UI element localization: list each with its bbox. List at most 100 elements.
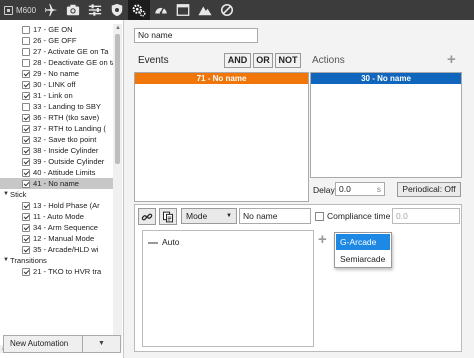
item-checkbox[interactable] <box>22 80 30 89</box>
list-item[interactable]: 33 - Landing to SBY <box>0 101 113 112</box>
item-checkbox[interactable] <box>22 201 30 210</box>
event-item[interactable]: 71 - No name <box>135 73 308 84</box>
list-item-label: 38 - Inside Cylinder <box>33 146 99 155</box>
prohibited-icon[interactable] <box>216 0 238 20</box>
item-checkbox[interactable] <box>22 234 30 243</box>
vertical-scrollbar[interactable]: ▲ <box>113 24 122 349</box>
item-checkbox[interactable] <box>22 212 30 221</box>
camera-icon[interactable] <box>62 0 84 20</box>
action-item[interactable]: 30 - No name <box>311 73 461 84</box>
item-checkbox[interactable] <box>22 36 30 45</box>
delay-input[interactable]: 0.0 s <box>335 182 385 196</box>
gear-icon[interactable] <box>128 0 151 20</box>
list-item-label: 41 - No name <box>33 179 80 188</box>
window-icon[interactable] <box>172 0 194 20</box>
list-item-label: 12 - Manual Mode <box>33 234 95 243</box>
new-automation-dropdown[interactable]: ▼ <box>83 335 121 353</box>
compliance-time-label: Compliance time <box>327 211 391 221</box>
list-item[interactable]: 37 - RTH to Landing ( <box>0 123 113 134</box>
list-item[interactable]: 12 - Manual Mode <box>0 233 113 244</box>
copy-button[interactable] <box>159 208 177 225</box>
compliance-time-input[interactable]: 0.0 <box>392 208 460 224</box>
list-item[interactable]: 32 - Save tko point <box>0 134 113 145</box>
list-item[interactable]: 26 - GE OFF <box>0 35 113 46</box>
mode-list[interactable]: Auto <box>142 230 314 347</box>
delay-value: 0.0 <box>339 184 351 194</box>
option-semiarcade[interactable]: Semiarcade <box>336 251 390 267</box>
list-item[interactable]: 36 - RTH (tko save) <box>0 112 113 123</box>
item-checkbox[interactable] <box>22 179 30 188</box>
events-list[interactable]: 71 - No name <box>134 72 309 202</box>
list-item[interactable]: 40 - Attitude Limits <box>0 167 113 178</box>
minus-icon[interactable] <box>148 241 158 244</box>
list-item[interactable]: 21 - TKO to HVR tra <box>0 266 113 277</box>
item-checkbox[interactable] <box>22 146 30 155</box>
item-checkbox[interactable] <box>22 168 30 177</box>
list-item[interactable]: 34 - Arm Sequence <box>0 222 113 233</box>
item-checkbox[interactable] <box>22 69 30 78</box>
expand-arrow-icon[interactable]: ▼ <box>3 189 9 200</box>
copy-icon <box>163 211 173 222</box>
list-item-label: 34 - Arm Sequence <box>33 223 99 232</box>
list-item[interactable]: 11 - Auto Mode <box>0 211 113 222</box>
item-checkbox[interactable] <box>22 157 30 166</box>
mountain-icon[interactable] <box>194 0 216 20</box>
add-action-icon[interactable]: + <box>447 52 456 67</box>
tree-group[interactable]: ▼ Stick <box>0 189 113 200</box>
new-automation-button[interactable]: New Automation <box>3 335 83 353</box>
airplane-icon[interactable] <box>40 0 62 20</box>
list-item-label: 29 - No name <box>33 69 80 78</box>
item-checkbox[interactable] <box>22 58 30 67</box>
item-checkbox[interactable] <box>22 223 30 232</box>
automation-list-panel: 17 - GE ON 26 - GE OFF 27 - Activate GE on… <box>0 20 124 358</box>
list-item-label: 17 - GE ON <box>33 25 73 34</box>
list-item-label: 27 - Activate GE on Ta <box>33 47 109 56</box>
item-checkbox[interactable] <box>22 102 30 111</box>
scrollbar-thumb[interactable] <box>115 34 120 164</box>
not-button[interactable]: NOT <box>275 53 301 68</box>
periodical-button[interactable]: Periodical: Off <box>397 182 461 197</box>
top-toolbar: M600 <box>0 0 474 20</box>
item-checkbox[interactable] <box>22 25 30 34</box>
mode-dropdown-popup: G-Arcade Semiarcade <box>334 232 392 268</box>
device-name: M600 <box>16 5 37 15</box>
list-item[interactable]: 41 - No name <box>0 178 113 189</box>
tree-group[interactable]: ▼ Transitions <box>0 255 113 266</box>
automation-name-input[interactable]: No name <box>134 28 258 43</box>
sliders-icon[interactable] <box>84 0 106 20</box>
list-item[interactable]: 13 - Hold Phase (Ar <box>0 200 113 211</box>
list-item-label: Auto <box>162 237 180 247</box>
mode-select[interactable]: Mode ▼ <box>181 208 237 224</box>
item-checkbox[interactable] <box>22 135 30 144</box>
add-mode-icon[interactable]: + <box>318 232 327 247</box>
list-item[interactable]: 38 - Inside Cylinder <box>0 145 113 156</box>
list-item[interactable]: 17 - GE ON <box>0 24 113 35</box>
list-item[interactable]: Auto <box>148 237 180 247</box>
item-checkbox[interactable] <box>22 91 30 100</box>
list-item[interactable]: 29 - No name <box>0 68 113 79</box>
and-button[interactable]: AND <box>224 53 251 68</box>
list-item[interactable]: 27 - Activate GE on Ta <box>0 46 113 57</box>
list-item[interactable]: 28 - Deactivate GE on ta <box>0 57 113 68</box>
list-item[interactable]: 35 - Arcade/HLD wi <box>0 244 113 255</box>
item-checkbox[interactable] <box>22 124 30 133</box>
action-name-input[interactable]: No name <box>239 208 311 224</box>
device-selector[interactable]: M600 <box>0 0 40 20</box>
shield-gear-icon[interactable] <box>106 0 128 20</box>
item-checkbox[interactable] <box>22 47 30 56</box>
link-button[interactable] <box>138 208 156 225</box>
item-checkbox[interactable] <box>22 113 30 122</box>
automation-tree[interactable]: 17 - GE ON 26 - GE OFF 27 - Activate GE on… <box>0 24 113 349</box>
list-item[interactable]: 30 - LINK off <box>0 79 113 90</box>
gauge-icon[interactable] <box>150 0 172 20</box>
expand-arrow-icon[interactable]: ▼ <box>3 255 9 266</box>
compliance-time-checkbox[interactable] <box>315 212 324 221</box>
item-checkbox[interactable] <box>22 267 30 276</box>
list-item[interactable]: 31 - Link on <box>0 90 113 101</box>
actions-list[interactable]: 30 - No name <box>310 72 462 178</box>
or-button[interactable]: OR <box>253 53 273 68</box>
item-checkbox[interactable] <box>22 245 30 254</box>
list-item[interactable]: 39 - Outside Cylinder <box>0 156 113 167</box>
option-g-arcade[interactable]: G-Arcade <box>336 234 390 250</box>
scroll-up-icon[interactable]: ▲ <box>115 25 121 31</box>
